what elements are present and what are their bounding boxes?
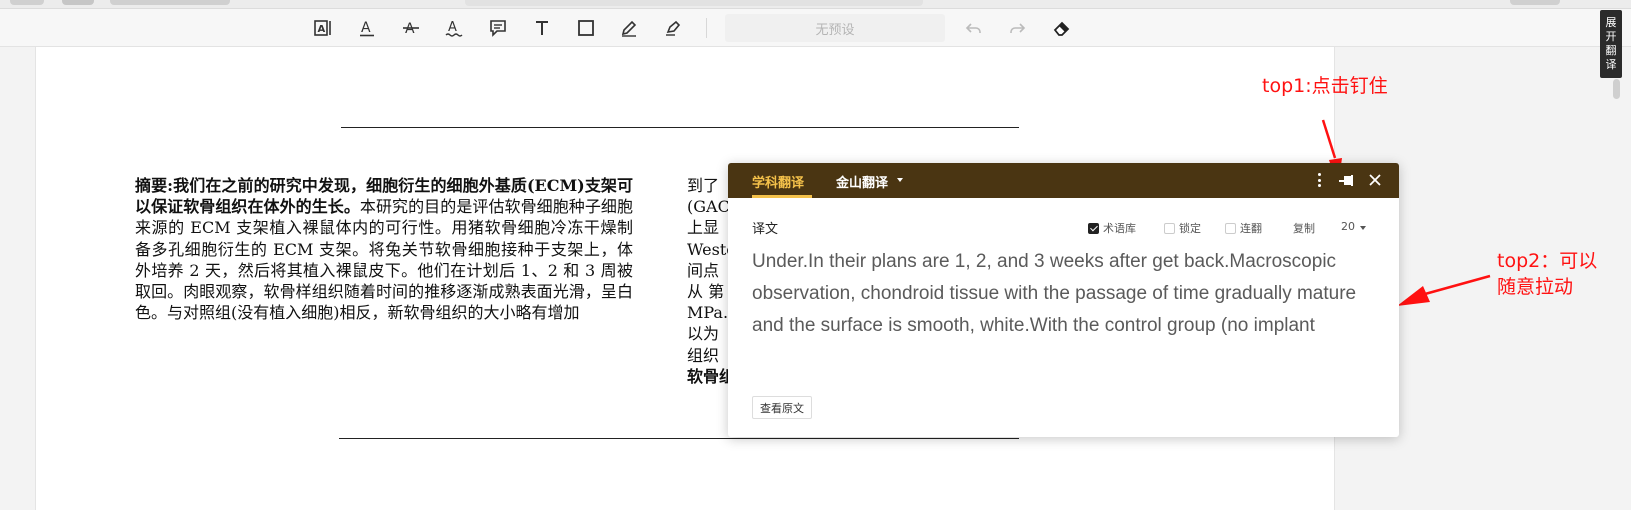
annotation-arrow-top2 [1397,274,1491,306]
expand-label-char: 展 [1605,16,1617,29]
text-box-icon[interactable]: A [310,16,336,40]
redo-icon[interactable] [1004,16,1030,40]
translation-text[interactable]: Under.In their plans are 1, 2, and 3 wee… [752,246,1372,342]
tab-subject-translation[interactable]: 学科翻译 [752,172,804,191]
expand-label-char: 开 [1605,30,1617,43]
pin-icon[interactable] [1338,172,1356,190]
svg-text:A: A [318,24,326,35]
tab-stub[interactable] [62,0,94,5]
glossary-checkbox[interactable] [1088,222,1099,234]
continuous-checkbox[interactable] [1225,222,1236,234]
font-size-select[interactable]: 20 [1341,220,1355,233]
tab-stub[interactable] [10,0,44,5]
continuous-option[interactable]: 连翻 [1225,220,1262,236]
text-strikethrough-icon[interactable]: A [398,16,424,40]
svg-text:A: A [361,20,371,36]
caret-down-icon[interactable] [1360,226,1366,230]
eraser-icon[interactable] [1049,16,1075,40]
active-tab-indicator [752,195,812,198]
tab-kingsoft-translation[interactable]: 金山翻译 [836,172,888,191]
svg-text:A: A [448,20,457,35]
glossary-option[interactable]: 术语库 [1088,220,1136,236]
caret-down-icon[interactable] [897,178,903,182]
text-icon[interactable] [529,16,555,40]
comment-icon[interactable] [485,16,511,40]
continuous-label: 连翻 [1240,222,1262,235]
highlighter-icon[interactable] [660,16,686,40]
annotation-top1: top1:点击钉住 [1262,75,1388,97]
abstract-paragraph[interactable]: 摘要:我们在之前的研究中发现，细胞衍生的细胞外基质(ECM)支架可以保证软骨组织… [135,175,633,323]
more-vertical-icon[interactable] [1313,171,1325,189]
top-rule [341,127,1019,128]
close-icon[interactable] [1367,172,1383,188]
popup-header[interactable]: 学科翻译 金山翻译 [728,163,1399,198]
scrollbar-track[interactable] [1610,47,1620,510]
preset-select[interactable]: 无预设 [725,14,945,42]
toolbar-separator [706,18,707,38]
annotation-top2-line2: 随意拉动 [1497,276,1574,298]
scrollbar-thumb[interactable] [1613,79,1620,99]
text-squiggle-icon[interactable]: A [441,16,467,40]
glossary-label: 术语库 [1103,222,1136,235]
tab-stub[interactable] [110,0,230,5]
expand-label-char: 译 [1605,58,1617,71]
copy-button[interactable]: 复制 [1293,220,1315,236]
bottom-rule [339,438,1019,439]
text-underline-icon[interactable]: A [354,16,380,40]
lock-label: 锁定 [1179,222,1201,235]
expand-label-char: 翻 [1605,44,1617,57]
browser-top-strip [0,0,1631,9]
annotation-toolbar: A A A A 无预设 [0,9,1631,47]
annotation-top2-line1: top2：可以 [1497,250,1598,272]
tab-stub[interactable] [1510,0,1560,5]
lock-option[interactable]: 锁定 [1164,220,1201,236]
address-bar-stub[interactable] [465,0,923,6]
translation-popup[interactable]: 学科翻译 金山翻译 译文 术语库 锁定 连翻 复制 20 Under.In th… [728,163,1399,437]
undo-icon[interactable] [961,16,987,40]
rectangle-icon[interactable] [573,16,599,40]
expand-translate-button[interactable]: 展 开 翻 译 [1600,10,1622,78]
translation-label: 译文 [752,222,779,237]
svg-text:A: A [405,21,415,37]
pen-icon[interactable] [616,16,642,40]
view-original-button[interactable]: 查看原文 [752,396,812,419]
lock-checkbox[interactable] [1164,222,1175,234]
